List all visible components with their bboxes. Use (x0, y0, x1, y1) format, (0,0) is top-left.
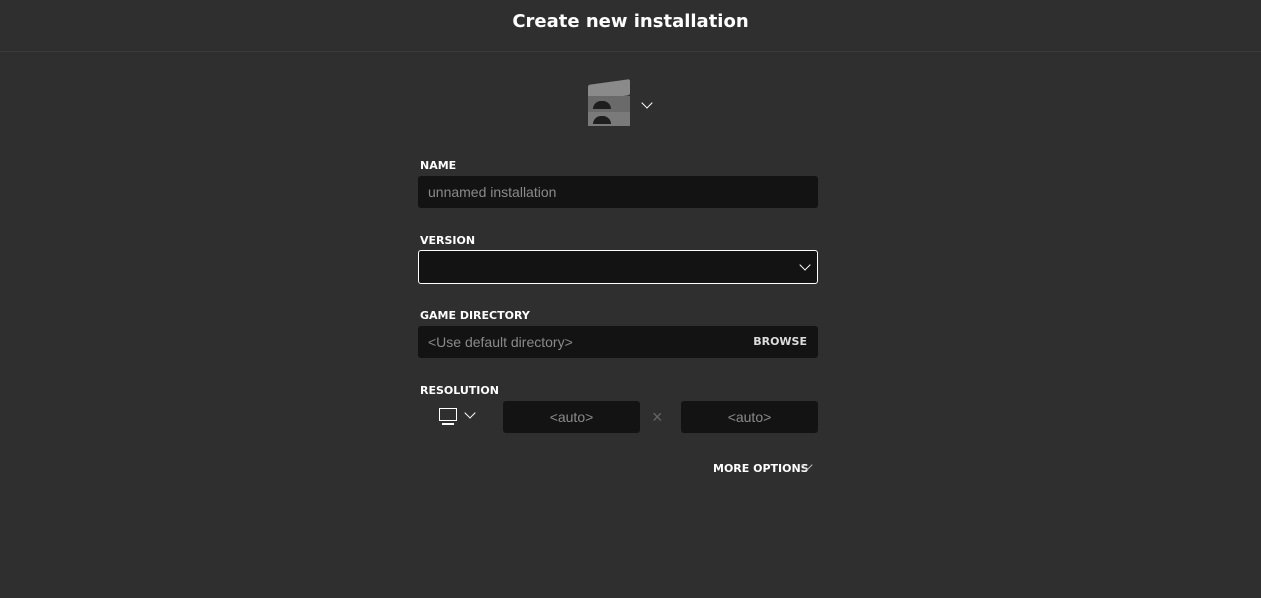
version-label: VERSION (420, 234, 476, 247)
name-input[interactable]: unnamed installation (418, 176, 818, 208)
more-options-label: MORE OPTIONS (713, 462, 809, 475)
page-title: Create new installation (512, 11, 749, 32)
times-icon: × (652, 407, 663, 427)
furnace-icon (588, 79, 630, 128)
chevron-down-icon (641, 97, 653, 109)
chevron-down-icon (464, 407, 476, 419)
version-select[interactable] (418, 250, 818, 284)
resolution-height-input[interactable]: <auto> (681, 401, 818, 433)
game-directory-label: GAME DIRECTORY (420, 309, 530, 322)
chevron-down-icon (799, 259, 811, 271)
game-directory-placeholder: <Use default directory> (428, 334, 573, 350)
resolution-label: RESOLUTION (420, 384, 499, 397)
more-options-button[interactable]: MORE OPTIONS (713, 459, 813, 475)
game-directory-input[interactable]: <Use default directory> BROWSE (418, 326, 818, 358)
resolution-width-input[interactable]: <auto> (503, 401, 640, 433)
monitor-icon (439, 408, 457, 425)
name-label: NAME (420, 159, 457, 172)
installation-icon-picker[interactable] (586, 79, 656, 128)
browse-button[interactable]: BROWSE (753, 326, 807, 358)
header: Create new installation (0, 0, 1261, 52)
